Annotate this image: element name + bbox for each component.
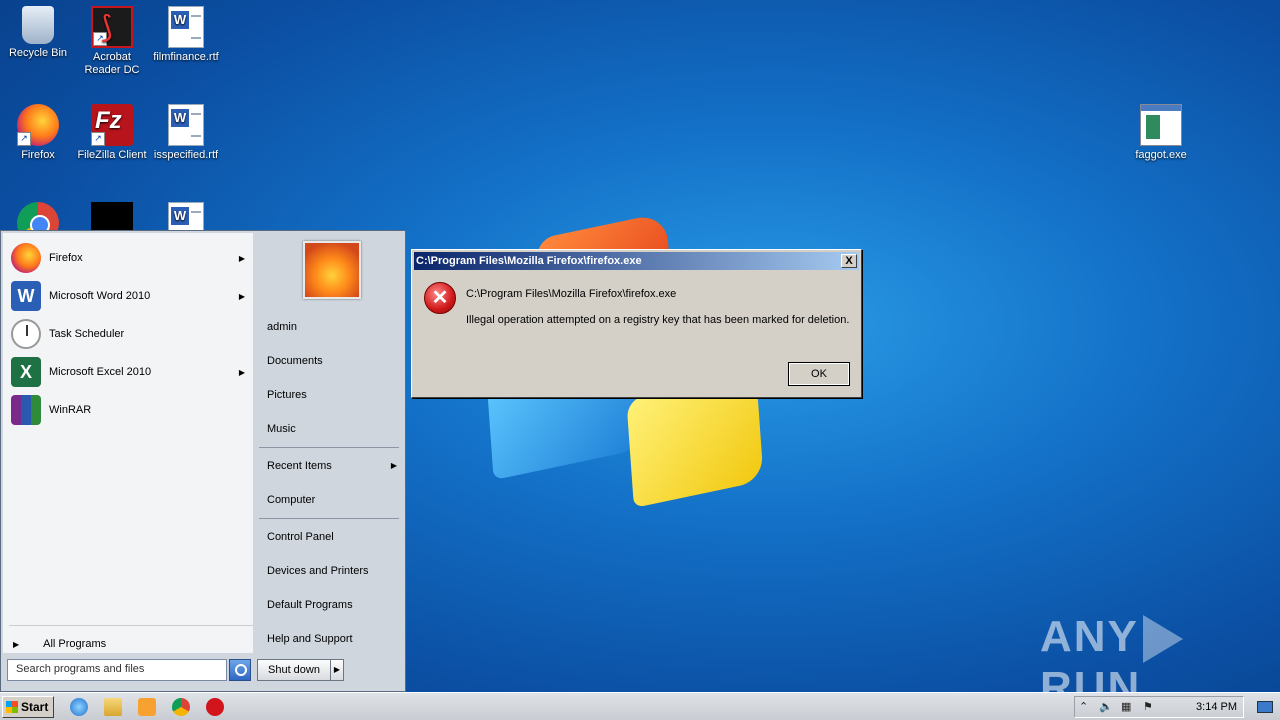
desktop-icon-label: faggot.exe (1135, 149, 1187, 161)
start-item-label: Microsoft Excel 2010 (49, 366, 152, 378)
desktop-icon-isspecified[interactable]: isspecified.rtf (148, 104, 224, 162)
start-link-recent-items[interactable]: Recent Items ▶ (267, 456, 397, 476)
start-item-word[interactable]: W Microsoft Word 2010 ▶ (11, 279, 251, 313)
start-search-input[interactable]: Search programs and files (7, 659, 227, 681)
submenu-arrow-icon: ▶ (390, 461, 397, 470)
executable-icon (1140, 104, 1182, 146)
start-button[interactable]: Start (2, 696, 54, 718)
desktop-icon-filezilla[interactable]: ↗ FileZilla Client (74, 104, 150, 162)
start-link-admin[interactable]: admin (267, 317, 397, 337)
play-logo-icon (1142, 615, 1183, 664)
start-link-label: Recent Items (267, 460, 332, 472)
dialog-titlebar[interactable]: C:\Program Files\Mozilla Firefox\firefox… (414, 252, 859, 270)
dialog-message-path: C:\Program Files\Mozilla Firefox\firefox… (466, 288, 677, 300)
filezilla-icon: ↗ (91, 104, 133, 146)
start-link-pictures[interactable]: Pictures (267, 385, 397, 405)
word-document-icon (168, 6, 204, 48)
desktop-icon-label: Acrobat Reader DC (84, 51, 140, 76)
start-menu: Firefox ▶ W Microsoft Word 2010 ▶ Task S… (0, 230, 406, 692)
action-center-flag-icon[interactable]: ⚑ (1143, 700, 1153, 713)
dialog-title: C:\Program Files\Mozilla Firefox\firefox… (416, 255, 642, 267)
clock[interactable]: 3:14 PM (1196, 701, 1237, 713)
desktop-icon-label: filmfinance.rtf (153, 51, 219, 63)
start-link-documents[interactable]: Documents (267, 351, 397, 371)
word-icon: W (11, 281, 41, 311)
submenu-arrow-icon: ▶ (238, 253, 245, 263)
all-programs-label: All Programs (43, 638, 107, 650)
start-item-firefox[interactable]: Firefox ▶ (11, 241, 251, 275)
show-hidden-icons-chevron-icon[interactable]: ⌃ (1079, 700, 1088, 713)
divider (9, 625, 253, 626)
desktop-icon-recycle-bin[interactable]: Recycle Bin (0, 6, 76, 60)
opera-icon[interactable] (206, 698, 224, 716)
firefox-icon: ↗ (17, 104, 59, 146)
shortcut-arrow-icon: ↗ (93, 32, 107, 46)
network-icon[interactable]: ▦ (1121, 700, 1131, 713)
start-link-default-programs[interactable]: Default Programs (267, 595, 397, 615)
divider (259, 447, 399, 448)
expand-arrow-icon: ▶ (13, 639, 20, 649)
start-item-label: Firefox (49, 252, 83, 264)
shortcut-arrow-icon: ↗ (17, 132, 31, 146)
shutdown-options-arrow-icon[interactable]: ▶ (331, 659, 344, 681)
desktop-icon-label: Recycle Bin (8, 47, 68, 59)
volume-icon[interactable]: 🔈 (1099, 700, 1113, 713)
desktop-icon-faggot-exe[interactable]: faggot.exe (1123, 104, 1199, 162)
start-link-control-panel[interactable]: Control Panel (267, 527, 397, 547)
all-programs-button[interactable]: ▶ All Programs (13, 635, 249, 653)
start-link-computer[interactable]: Computer (267, 490, 397, 510)
media-player-icon[interactable] (138, 698, 156, 716)
clock-icon (11, 319, 41, 349)
start-item-excel[interactable]: X Microsoft Excel 2010 ▶ (11, 355, 251, 389)
desktop-icon-label: FileZilla Client (77, 149, 147, 161)
error-icon: ✕ (424, 282, 456, 314)
ok-button[interactable]: OK (788, 362, 850, 386)
desktop-icon-label: Firefox (21, 149, 55, 161)
start-item-label: Task Scheduler (49, 328, 125, 340)
start-link-help-support[interactable]: Help and Support (267, 629, 397, 649)
submenu-arrow-icon: ▶ (238, 291, 245, 301)
acrobat-icon: ↗ (91, 6, 133, 48)
firefox-icon (11, 243, 41, 273)
shortcut-arrow-icon: ↗ (91, 132, 105, 146)
winrar-icon (11, 395, 41, 425)
desktop-icon-acrobat[interactable]: ↗ Acrobat Reader DC (74, 6, 150, 77)
close-icon[interactable]: X (841, 254, 857, 268)
start-link-music[interactable]: Music (267, 419, 397, 439)
divider (259, 518, 399, 519)
dialog-message: Illegal operation attempted on a registr… (466, 314, 850, 326)
start-item-label: WinRAR (49, 404, 92, 416)
user-avatar[interactable] (303, 241, 361, 299)
excel-icon: X (11, 357, 41, 387)
system-tray: ⌃ 🔈 ▦ ⚑ 3:14 PM (1074, 696, 1244, 718)
word-document-icon (168, 104, 204, 146)
start-item-winrar[interactable]: WinRAR (11, 393, 251, 427)
search-icon[interactable] (229, 659, 251, 681)
submenu-arrow-icon: ▶ (238, 367, 245, 377)
start-menu-places-pane: admin Documents Pictures Music Recent It… (255, 233, 403, 653)
chrome-icon[interactable] (172, 698, 190, 716)
start-menu-programs-pane: Firefox ▶ W Microsoft Word 2010 ▶ Task S… (3, 233, 253, 653)
desktop-icon-filmfinance[interactable]: filmfinance.rtf (148, 6, 224, 64)
start-item-label: Microsoft Word 2010 (49, 290, 151, 302)
show-desktop-button[interactable] (1250, 696, 1278, 718)
start-item-task-scheduler[interactable]: Task Scheduler (11, 317, 251, 351)
shutdown-button[interactable]: Shut down (257, 659, 331, 681)
start-link-devices-printers[interactable]: Devices and Printers (267, 561, 397, 581)
desktop-icon-firefox[interactable]: ↗ Firefox (0, 104, 76, 162)
watermark-text: ANY (1040, 612, 1139, 661)
error-dialog: C:\Program Files\Mozilla Firefox\firefox… (411, 249, 862, 398)
windows-explorer-icon[interactable] (104, 698, 122, 716)
taskbar: Start ⌃ 🔈 ▦ ⚑ 3:14 PM (0, 692, 1280, 720)
recycle-bin-icon (22, 6, 54, 44)
desktop-icon-label: isspecified.rtf (153, 149, 219, 161)
internet-explorer-icon[interactable] (70, 698, 88, 716)
